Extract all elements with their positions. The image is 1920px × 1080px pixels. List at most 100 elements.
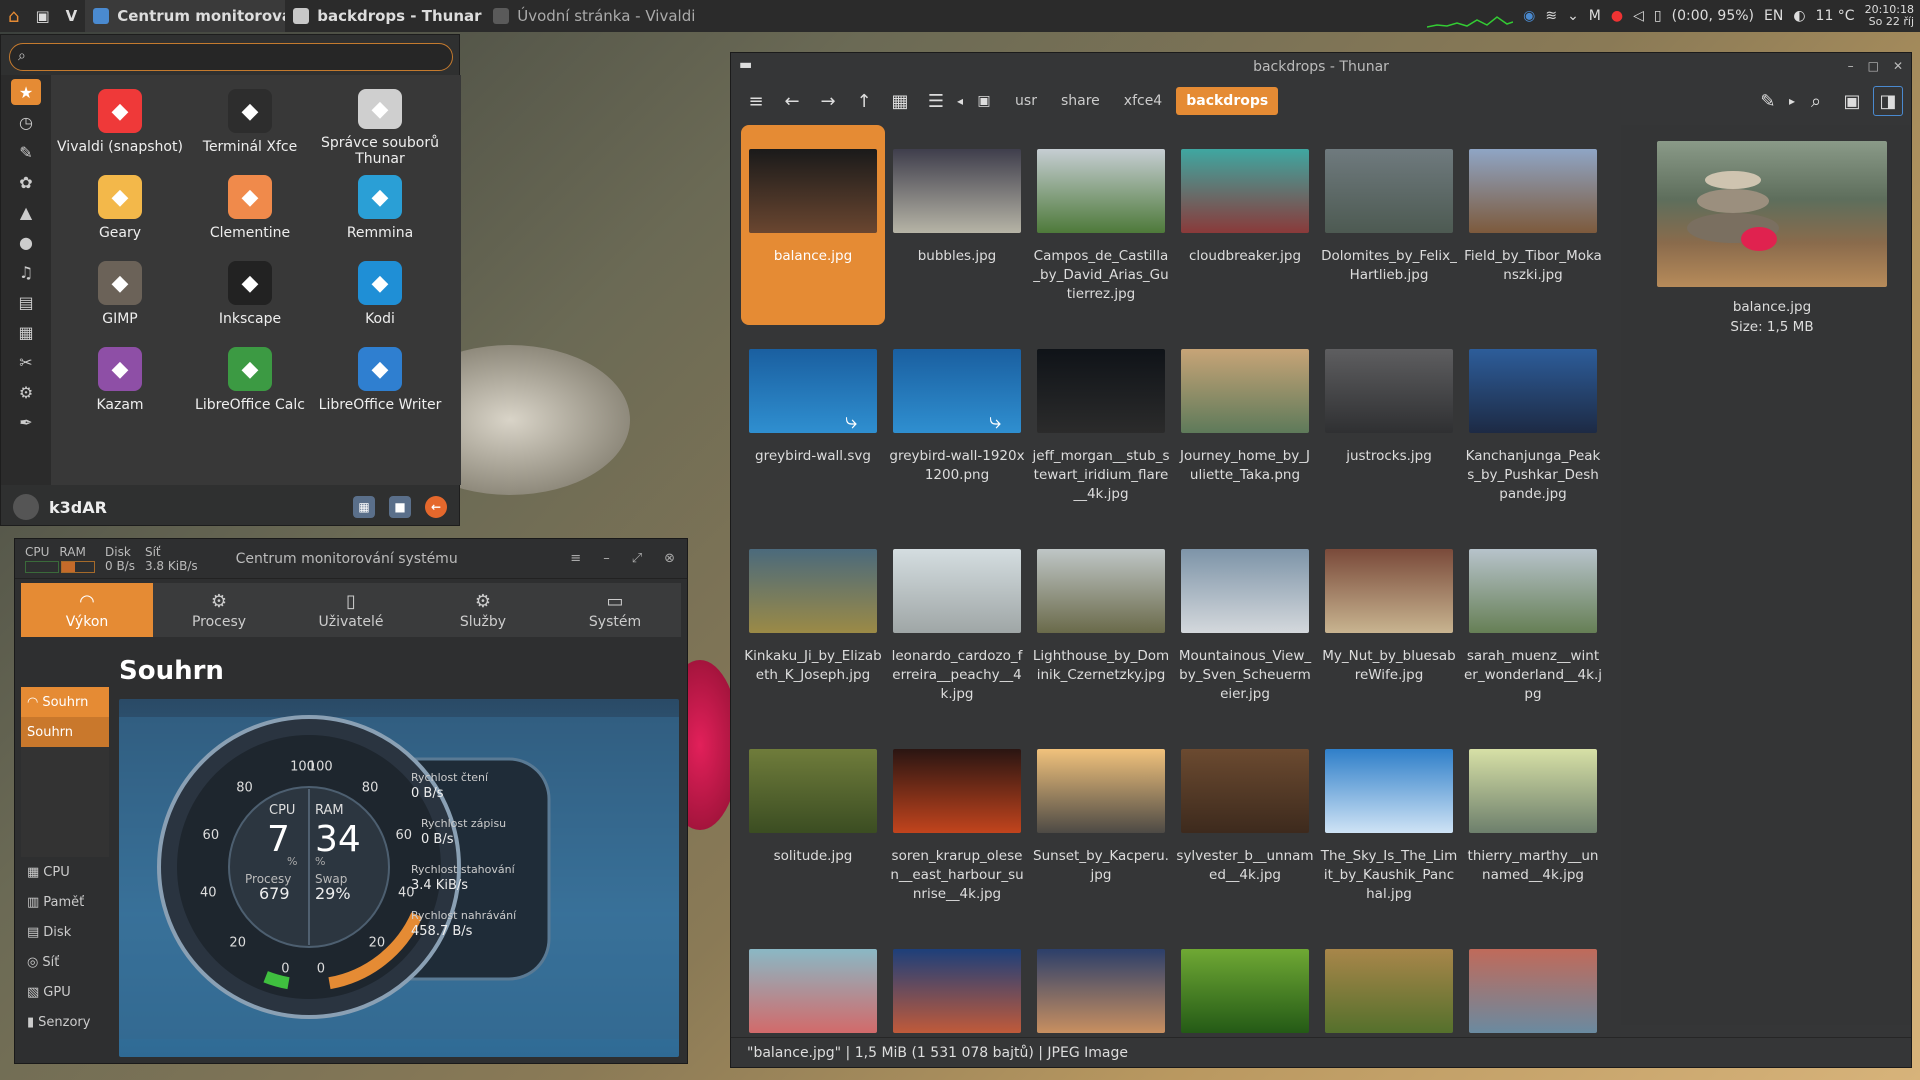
app-launcher[interactable]: ◆ Terminál Xfce — [185, 81, 315, 167]
category-internet-icon[interactable]: ● — [11, 229, 41, 255]
tab-4[interactable]: ▭ Systém — [549, 583, 681, 637]
category-games-icon[interactable]: ✿ — [11, 169, 41, 195]
file-item[interactable]: bubbles.jpg — [885, 125, 1029, 325]
app-launcher[interactable]: ◆ LibreOffice Writer — [315, 339, 445, 425]
minimize-icon[interactable]: – — [1848, 59, 1854, 73]
maximize-icon[interactable]: ⤢ — [632, 551, 642, 566]
vivaldi-launcher[interactable]: V — [58, 0, 86, 32]
file-item[interactable]: Dolomites_by_Felix_Hartlieb.jpg — [1317, 125, 1461, 325]
back-button[interactable]: ← — [777, 86, 807, 116]
settings-manager-button[interactable]: ▦ — [353, 496, 375, 518]
terminal-button[interactable]: ▣ — [1837, 86, 1867, 116]
menu-button[interactable]: ≡ — [741, 86, 771, 116]
up-button[interactable]: ↑ — [849, 86, 879, 116]
breadcrumb-item[interactable]: share — [1051, 87, 1110, 115]
tab-0[interactable]: ◠ Výkon — [21, 583, 153, 637]
drive-button[interactable]: ▣ — [969, 86, 999, 116]
file-item[interactable]: Sunset_by_Kacperu.jpg — [1029, 725, 1173, 925]
crumb-scroll-left-icon[interactable]: ◂ — [957, 94, 963, 108]
app-launcher[interactable]: ◆ Kazam — [55, 339, 185, 425]
task-thunar[interactable]: backdrops - Thunar — [285, 0, 485, 32]
sidebar-item-6[interactable]: ▮ Senzory — [21, 1007, 109, 1037]
icon-view-button[interactable]: ▦ — [885, 86, 915, 116]
file-item[interactable]: jeff_morgan__stub_stewart_iridium_flare_… — [1029, 325, 1173, 525]
file-item[interactable]: ⤷ greybird-wall.svg — [741, 325, 885, 525]
search-button[interactable]: ⌕ — [1801, 86, 1831, 116]
category-system-icon[interactable]: ▦ — [11, 319, 41, 345]
breadcrumb-item[interactable]: usr — [1005, 87, 1047, 115]
file-item[interactable]: My_Nut_by_bluesabreWife.jpg — [1317, 525, 1461, 725]
file-item[interactable]: cloudbreaker.jpg — [1173, 125, 1317, 325]
tab-2[interactable]: ▯ Uživatelé — [285, 583, 417, 637]
file-item[interactable]: Mountainous_View_by_Sven_Scheuermeier.jp… — [1173, 525, 1317, 725]
file-item[interactable] — [885, 925, 1029, 1035]
file-item[interactable] — [1173, 925, 1317, 1035]
logout-button[interactable]: ← — [425, 496, 447, 518]
category-favorites-icon[interactable]: ★ — [11, 79, 41, 105]
file-item[interactable]: Campos_de_Castilla_by_David_Arias_Gutier… — [1029, 125, 1173, 325]
tab-3[interactable]: ⚙ Služby — [417, 583, 549, 637]
terminal-launcher[interactable]: ▣ — [27, 0, 57, 32]
dropbox-icon[interactable]: ⌄ — [1567, 8, 1579, 24]
app-launcher[interactable]: ◆ Clementine — [185, 167, 315, 253]
sidebar-item-0[interactable]: ◠ Souhrn — [21, 687, 109, 717]
category-multimedia-icon[interactable]: ♫ — [11, 259, 41, 285]
language-indicator[interactable]: EN — [1764, 8, 1783, 24]
app-launcher[interactable]: ◆ Kodi — [315, 253, 445, 339]
file-item[interactable] — [1029, 925, 1173, 1035]
file-item[interactable] — [1461, 925, 1605, 1035]
category-settings-icon[interactable]: ⚙ — [11, 379, 41, 405]
file-item[interactable]: justrocks.jpg — [1317, 325, 1461, 525]
battery-status[interactable]: (0:00, 95%) — [1672, 8, 1754, 24]
tab-1[interactable]: ⚙ Procesy — [153, 583, 285, 637]
hamburger-menu-icon[interactable]: ≡ — [570, 551, 581, 566]
keyboard-indicator[interactable]: M — [1589, 8, 1601, 24]
category-development-icon[interactable]: ✒ — [11, 409, 41, 435]
file-item[interactable]: soren_krarup_olesen__east_harbour_sunris… — [885, 725, 1029, 925]
file-item[interactable] — [741, 925, 885, 1035]
edit-location-button[interactable]: ✎ — [1753, 86, 1783, 116]
sidebar-item-5[interactable]: ▧ GPU — [21, 977, 109, 1007]
app-launcher[interactable]: ◆ Remmina — [315, 167, 445, 253]
volume-icon[interactable]: ◁ — [1633, 8, 1644, 24]
breadcrumb-item[interactable]: xfce4 — [1114, 87, 1172, 115]
category-tools-icon[interactable]: ✂ — [11, 349, 41, 375]
breadcrumb-item[interactable]: backdrops — [1176, 87, 1279, 115]
forward-button[interactable]: → — [813, 86, 843, 116]
category-recent-icon[interactable]: ◷ — [11, 109, 41, 135]
file-item[interactable]: The_Sky_Is_The_Limit_by_Kaushik_Panchal.… — [1317, 725, 1461, 925]
maximize-icon[interactable]: □ — [1868, 59, 1879, 73]
file-item[interactable]: Journey_home_by_Juliette_Taka.png — [1173, 325, 1317, 525]
category-office-icon[interactable]: ▤ — [11, 289, 41, 315]
file-item[interactable]: thierry_marthy__unnamed__4k.jpg — [1461, 725, 1605, 925]
menu-search-input[interactable]: ⌕ — [9, 43, 453, 71]
category-graphics-icon[interactable]: ▲ — [11, 199, 41, 225]
temperature[interactable]: 11 °C — [1816, 8, 1855, 24]
category-accessories-icon[interactable]: ✎ — [11, 139, 41, 165]
notification-icon[interactable]: ● — [1611, 8, 1623, 24]
file-item[interactable]: Kinkaku_Ji_by_Elizabeth_K_Joseph.jpg — [741, 525, 885, 725]
crumb-scroll-right-icon[interactable]: ▸ — [1789, 94, 1795, 108]
app-launcher[interactable]: ◆ Vivaldi (snapshot) — [55, 81, 185, 167]
app-launcher[interactable]: ◆ Inkscape — [185, 253, 315, 339]
clock[interactable]: 20:10:18 So 22 říj — [1865, 4, 1914, 28]
app-launcher[interactable]: ◆ Správce souborů Thunar — [315, 81, 445, 167]
sidebar-item-1[interactable]: ▦ CPU — [21, 857, 109, 887]
file-item[interactable]: Lighthouse_by_Dominik_Czernetzky.jpg — [1029, 525, 1173, 725]
file-item[interactable]: solitude.jpg — [741, 725, 885, 925]
list-view-button[interactable]: ☰ — [921, 86, 951, 116]
sidebar-item-4[interactable]: ◎ Síť — [21, 947, 109, 977]
sidebar-item-2[interactable]: ▥ Paměť — [21, 887, 109, 917]
app-launcher[interactable]: ◆ LibreOffice Calc — [185, 339, 315, 425]
task-system-monitor[interactable]: Centrum monitorování systému — [85, 0, 286, 32]
close-icon[interactable]: ⊗ — [664, 551, 675, 566]
file-item[interactable]: leonardo_cardozo_ferreira__peachy__4k.jp… — [885, 525, 1029, 725]
sidebar-item-3[interactable]: ▤ Disk — [21, 917, 109, 947]
close-icon[interactable]: ✕ — [1893, 59, 1903, 73]
minimize-icon[interactable]: – — [603, 551, 610, 566]
file-item[interactable] — [1317, 925, 1461, 1035]
lock-screen-button[interactable]: ■ — [389, 496, 411, 518]
chat-icon[interactable]: ◉ — [1523, 8, 1535, 24]
file-item[interactable]: balance.jpg — [741, 125, 885, 325]
battery-icon[interactable]: ▯ — [1654, 8, 1662, 24]
